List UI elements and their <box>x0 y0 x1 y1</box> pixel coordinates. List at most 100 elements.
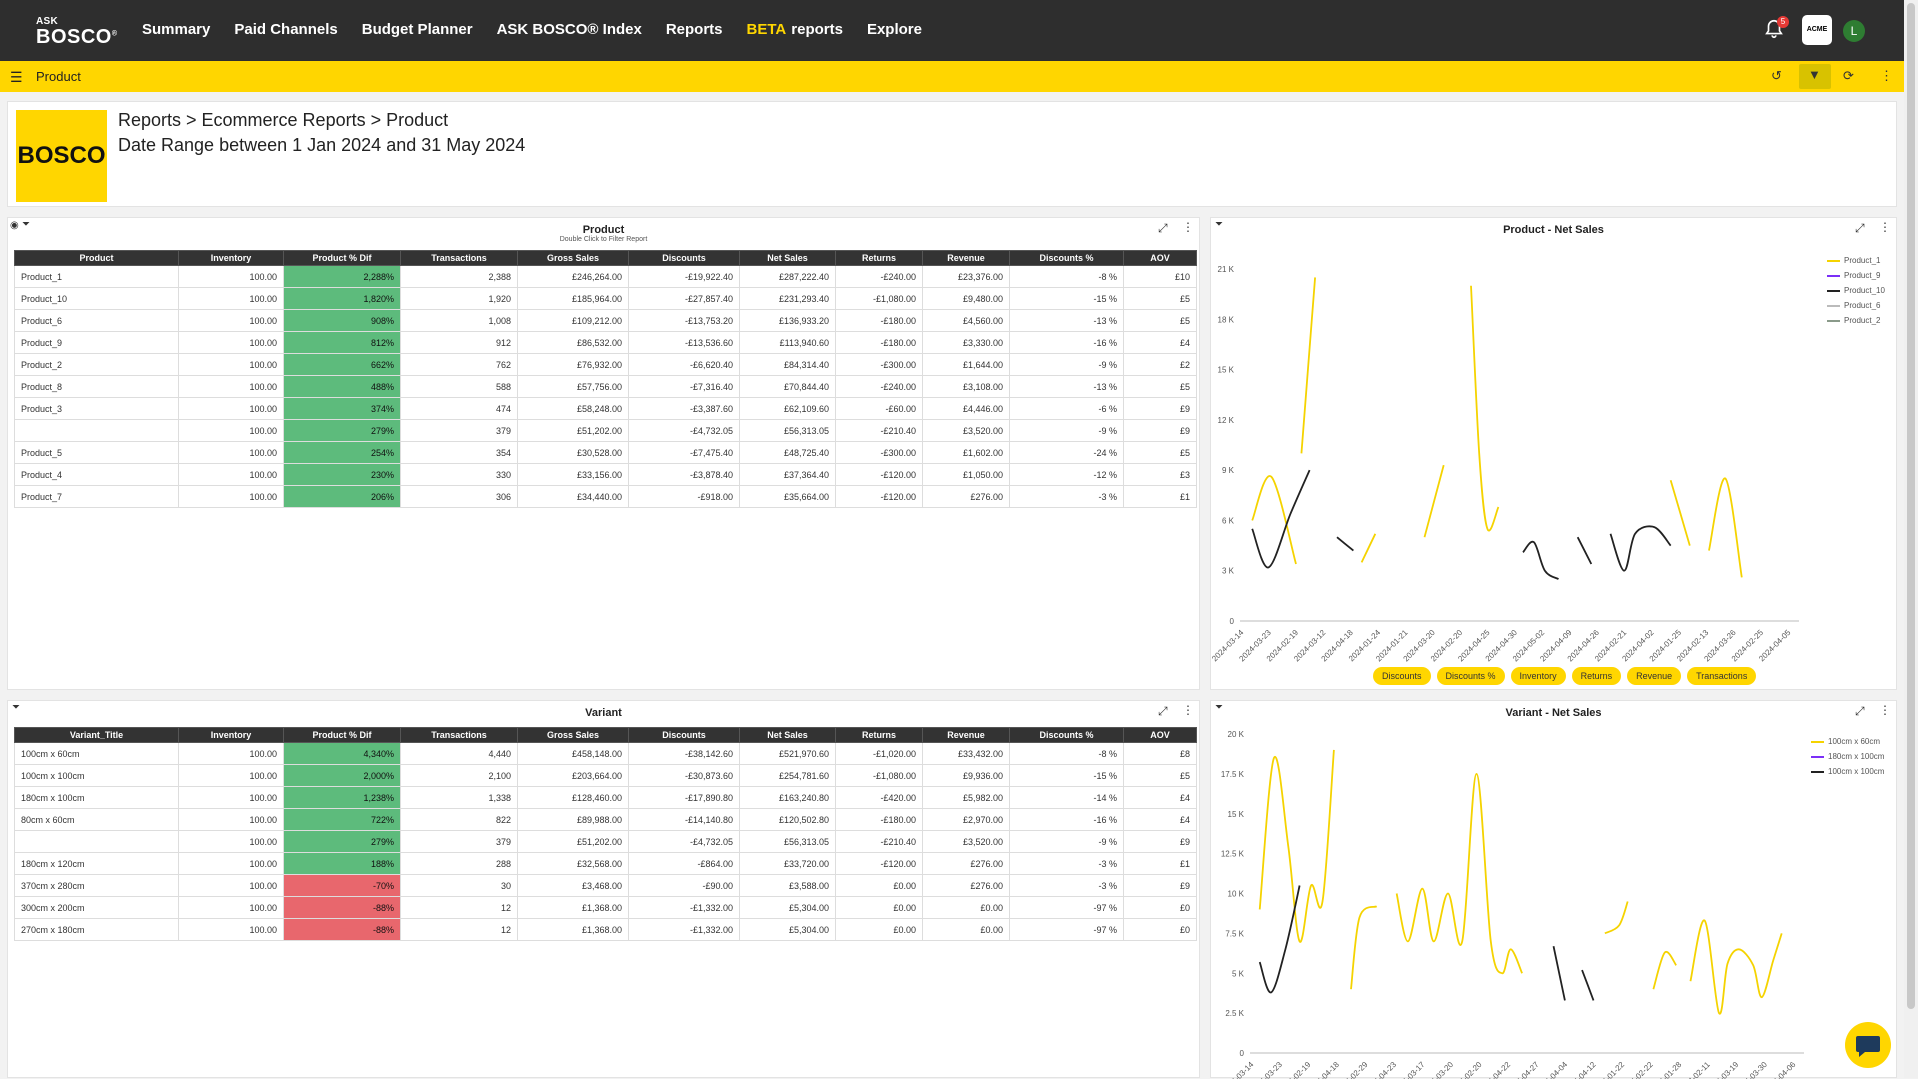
menu-icon[interactable]: ☰ <box>10 69 23 86</box>
client-logo[interactable]: ACME <box>1802 15 1832 45</box>
column-header[interactable]: AOV <box>1123 250 1197 266</box>
legend-item[interactable]: 100cm x 100cm <box>1811 764 1884 779</box>
column-header[interactable]: Net Sales <box>739 727 836 743</box>
table-cell: £58,248.00 <box>517 397 629 420</box>
table-cell: £9,480.00 <box>922 287 1010 310</box>
ask-bosco-logo[interactable]: ASK BOSCO® <box>36 17 118 48</box>
table-cell: -£210.40 <box>835 830 923 853</box>
table-row[interactable]: 100.00 279% 379 £51,202.00 -£4,732.05 £56,313… <box>14 830 1197 853</box>
more-options-icon[interactable]: ⋮ <box>1880 68 1893 84</box>
table-cell: 12 <box>400 896 518 919</box>
column-header[interactable]: Product % Dif <box>283 250 401 266</box>
chip-revenue[interactable]: Revenue <box>1627 667 1682 685</box>
legend-item[interactable]: Product_2 <box>1827 313 1885 328</box>
table-cell: 306 <box>400 485 518 508</box>
chip-inventory[interactable]: Inventory <box>1510 667 1566 685</box>
table-row[interactable]: 100.00 279% 379 £51,202.00 -£4,732.05 £56,313… <box>14 419 1197 442</box>
table-row[interactable]: Product_8 100.00 488% 588 £57,756.00 -£7,316.… <box>14 375 1197 398</box>
table-row[interactable]: Product_7 100.00 206% 306 £34,440.00 -£918.00… <box>14 485 1197 508</box>
date-range-label: Date Range between 1 Jan 2024 and 31 May… <box>118 135 526 155</box>
legend-item[interactable]: Product_9 <box>1827 268 1885 283</box>
table-row[interactable]: Product_5 100.00 254% 354 £30,528.00 -£7,475.… <box>14 441 1197 464</box>
top-navigation-bar: ASK BOSCO® Summary Paid Channels Budget … <box>0 0 1904 61</box>
nav-beta-reports[interactable]: BETA reports <box>747 21 843 38</box>
table-row[interactable]: Product_2 100.00 662% 762 £76,932.00 -£6,620.… <box>14 353 1197 376</box>
table-row[interactable]: Product_1 100.00 2,288% 2,388 £246,264.00 -£1… <box>14 265 1197 288</box>
nav-summary[interactable]: Summary <box>142 21 210 38</box>
table-row[interactable]: 100cm x 60cm 100.00 4,340% 4,440 £458,148.00… <box>14 742 1197 765</box>
series-line[interactable] <box>1258 749 1783 1015</box>
column-header[interactable]: Product <box>14 250 179 266</box>
table-row[interactable]: 180cm x 120cm 100.00 188% 288 £32,568.00 -£86… <box>14 852 1197 875</box>
table-row[interactable]: 370cm x 280cm 100.00 -70% 30 £3,468.00 -£90.0… <box>14 874 1197 897</box>
column-header[interactable]: Net Sales <box>739 250 836 266</box>
column-header[interactable]: AOV <box>1123 727 1197 743</box>
table-row[interactable]: Product_4 100.00 230% 330 £33,156.00 -£3,878.… <box>14 463 1197 486</box>
table-cell: -£1,332.00 <box>628 896 740 919</box>
column-header[interactable]: Gross Sales <box>517 727 629 743</box>
table-row[interactable]: 80cm x 60cm 100.00 722% 822 £89,988.00 -£14,1… <box>14 808 1197 831</box>
table-cell: -£120.00 <box>835 485 923 508</box>
column-header[interactable]: Inventory <box>178 250 284 266</box>
table-row[interactable]: 300cm x 200cm 100.00 -88% 12 £1,368.00 -£1,33… <box>14 896 1197 919</box>
chip-discounts-pct[interactable]: Discounts % <box>1436 667 1505 685</box>
column-header[interactable]: Discounts <box>628 727 740 743</box>
table-cell: 100cm x 60cm <box>14 742 179 765</box>
table-cell: -9 % <box>1009 830 1124 853</box>
expand-icon[interactable]: ⤢ <box>1158 221 1168 236</box>
legend-item[interactable]: Product_1 <box>1827 253 1885 268</box>
legend-item[interactable]: 180cm x 100cm <box>1811 749 1884 764</box>
table-row[interactable]: Product_6 100.00 908% 1,008 £109,212.00 -£13,… <box>14 309 1197 332</box>
column-header[interactable]: Revenue <box>922 250 1010 266</box>
column-header[interactable]: Discounts % <box>1009 727 1124 743</box>
nav-budget-planner[interactable]: Budget Planner <box>362 21 473 38</box>
table-cell: -£17,890.80 <box>628 786 740 809</box>
series-line[interactable] <box>1251 469 1672 580</box>
column-header[interactable]: Product % Dif <box>283 727 401 743</box>
panel-menu-icon[interactable]: ⋮ <box>1182 703 1194 717</box>
refresh-icon[interactable]: ⟳ <box>1843 68 1854 84</box>
panel-menu-icon[interactable]: ⋮ <box>1879 703 1891 717</box>
column-header[interactable]: Revenue <box>922 727 1010 743</box>
column-header[interactable]: Discounts <box>628 250 740 266</box>
chip-returns[interactable]: Returns <box>1571 667 1622 685</box>
column-header[interactable]: Transactions <box>400 727 518 743</box>
column-header[interactable]: Returns <box>835 727 923 743</box>
column-header[interactable]: Discounts % <box>1009 250 1124 266</box>
table-cell: 4,340% <box>283 742 401 765</box>
table-row[interactable]: 270cm x 180cm 100.00 -88% 12 £1,368.00 -£1,33… <box>14 918 1197 941</box>
chat-launcher-button[interactable] <box>1845 1022 1891 1068</box>
table-row[interactable]: Product_3 100.00 374% 474 £58,248.00 -£3,387.… <box>14 397 1197 420</box>
nav-paid-channels[interactable]: Paid Channels <box>234 21 337 38</box>
chip-transactions[interactable]: Transactions <box>1687 667 1757 685</box>
legend-label: Product_9 <box>1844 271 1881 280</box>
column-header[interactable]: Returns <box>835 250 923 266</box>
scrollbar-thumb[interactable] <box>1907 3 1915 1009</box>
undo-icon[interactable]: ↺ <box>1771 68 1782 84</box>
table-cell: -88% <box>283 918 401 941</box>
series-line[interactable] <box>1251 277 1743 578</box>
nav-reports[interactable]: Reports <box>666 21 723 38</box>
nav-explore[interactable]: Explore <box>867 21 922 38</box>
filter-toggle-button[interactable]: ▼ <box>1799 64 1831 89</box>
expand-icon[interactable]: ⤢ <box>1158 704 1168 719</box>
nav-ask-bosco-index[interactable]: ASK BOSCO® Index <box>497 21 642 38</box>
column-header[interactable]: Variant_Title <box>14 727 179 743</box>
column-header[interactable]: Gross Sales <box>517 250 629 266</box>
column-header[interactable]: Transactions <box>400 250 518 266</box>
series-segment <box>1581 969 1595 1001</box>
legend-item[interactable]: Product_10 <box>1827 283 1885 298</box>
column-header[interactable]: Inventory <box>178 727 284 743</box>
product-table-title: Product <box>582 224 625 236</box>
legend-item[interactable]: 100cm x 60cm <box>1811 734 1884 749</box>
panel-menu-icon[interactable]: ⋮ <box>1182 220 1194 234</box>
table-row[interactable]: 100cm x 100cm 100.00 2,000% 2,100 £203,664.0… <box>14 764 1197 787</box>
table-row[interactable]: Product_10 100.00 1,820% 1,920 £185,964.00 -£… <box>14 287 1197 310</box>
table-row[interactable]: 180cm x 100cm 100.00 1,238% 1,338 £128,460.0… <box>14 786 1197 809</box>
legend-item[interactable]: Product_6 <box>1827 298 1885 313</box>
table-cell: Product_10 <box>14 287 179 310</box>
user-avatar[interactable]: L <box>1843 20 1865 42</box>
panel-menu-icon[interactable]: ⋮ <box>1879 220 1891 234</box>
chip-discounts[interactable]: Discounts <box>1373 667 1431 685</box>
table-row[interactable]: Product_9 100.00 812% 912 £86,532.00 -£13,536… <box>14 331 1197 354</box>
